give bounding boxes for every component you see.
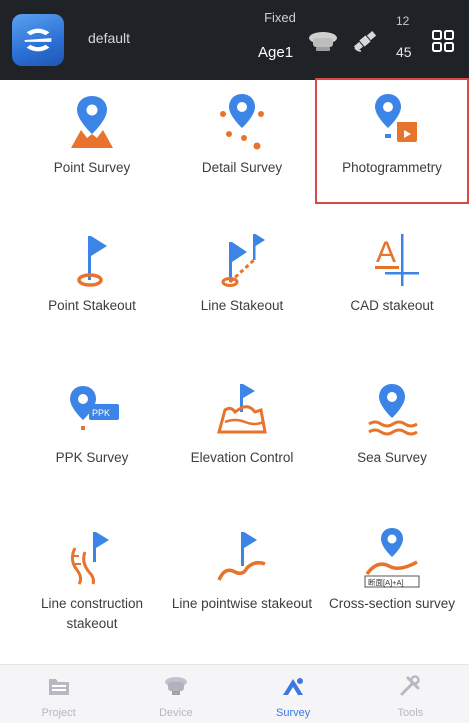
tile-label: Photogrammetry <box>342 160 442 175</box>
tile-label: Line construction stakeout <box>40 596 144 631</box>
cross-section-survey-icon: 断面[A]+A] <box>364 528 420 588</box>
line-construction-stakeout-icon <box>70 532 109 585</box>
nav-tools[interactable]: Tools <box>365 665 455 719</box>
tile-cross-section-survey[interactable]: 断面[A]+A] Cross-section survey <box>317 526 467 614</box>
survey-function-grid: Point Survey Detail Survey Photogrammetr… <box>17 78 469 670</box>
tools-icon <box>400 675 421 696</box>
device-icon <box>164 677 187 695</box>
nav-device[interactable]: Device <box>131 665 221 719</box>
svg-text:A: A <box>376 236 396 269</box>
grid-menu-icon[interactable] <box>431 29 455 53</box>
line-pointwise-stakeout-icon <box>217 532 266 581</box>
point-survey-icon <box>71 96 113 148</box>
solution-status: Fixed <box>264 10 296 25</box>
detail-survey-icon <box>220 94 264 150</box>
nav-label: Tools <box>397 707 424 719</box>
cad-stakeout-icon: A <box>375 234 419 286</box>
tile-label: Point Stakeout <box>48 298 136 313</box>
elevation-control-icon <box>217 384 267 434</box>
tile-elevation-control[interactable]: Elevation Control <box>167 380 317 468</box>
app-logo-icon <box>24 28 52 52</box>
point-stakeout-icon <box>77 236 107 287</box>
project-folder-icon <box>48 679 69 695</box>
tile-label: Elevation Control <box>190 450 294 465</box>
differential-age: Age1 <box>258 44 294 61</box>
tile-label: Line Stakeout <box>200 298 284 313</box>
tile-detail-survey[interactable]: Detail Survey <box>167 90 317 178</box>
project-name[interactable]: default <box>88 30 130 46</box>
survey-icon <box>283 678 304 695</box>
app-logo[interactable] <box>12 14 64 66</box>
cross-section-badge: 断面[A]+A] <box>368 577 404 587</box>
tile-photogrammetry[interactable]: Photogrammetry <box>315 78 469 204</box>
tile-line-stakeout[interactable]: Line Stakeout <box>167 228 317 316</box>
nav-label: Device <box>159 707 193 719</box>
tile-cad-stakeout[interactable]: A CAD stakeout <box>317 228 467 316</box>
tile-ppk-survey[interactable]: PPK PPK Survey <box>17 380 167 468</box>
tile-label: Point Survey <box>53 160 131 175</box>
sea-survey-icon <box>368 384 418 436</box>
tile-label: PPK Survey <box>55 450 129 465</box>
tile-label: Line pointwise stakeout <box>171 596 313 611</box>
ppk-survey-icon: PPK <box>70 386 119 430</box>
tile-label: CAD stakeout <box>350 298 434 313</box>
satellites-visible: 45 <box>396 44 412 60</box>
satellite-icon[interactable] <box>352 28 378 54</box>
nav-label: Project <box>41 707 76 719</box>
photogrammetry-icon <box>375 94 417 142</box>
tile-point-stakeout[interactable]: Point Stakeout <box>17 228 167 316</box>
tile-line-construction-stakeout[interactable]: Line construction stakeout <box>17 526 167 634</box>
tile-line-pointwise-stakeout[interactable]: Line pointwise stakeout <box>167 526 317 614</box>
rover-icon[interactable] <box>308 30 338 52</box>
top-bar: default Fixed Age1 12 45 <box>0 0 469 80</box>
line-stakeout-icon <box>221 234 265 287</box>
svg-text:PPK: PPK <box>92 408 110 418</box>
tile-label: Cross-section survey <box>328 596 456 611</box>
tile-label: Sea Survey <box>357 450 427 465</box>
nav-survey[interactable]: Survey <box>248 665 338 719</box>
nav-label: Survey <box>276 707 311 719</box>
bottom-navigation: Project Device Survey Tools <box>0 664 469 723</box>
tile-sea-survey[interactable]: Sea Survey <box>317 380 467 468</box>
satellites-used: 12 <box>396 14 410 28</box>
nav-project[interactable]: Project <box>14 665 104 719</box>
tile-label: Detail Survey <box>201 160 283 175</box>
tile-point-survey[interactable]: Point Survey <box>17 90 167 178</box>
